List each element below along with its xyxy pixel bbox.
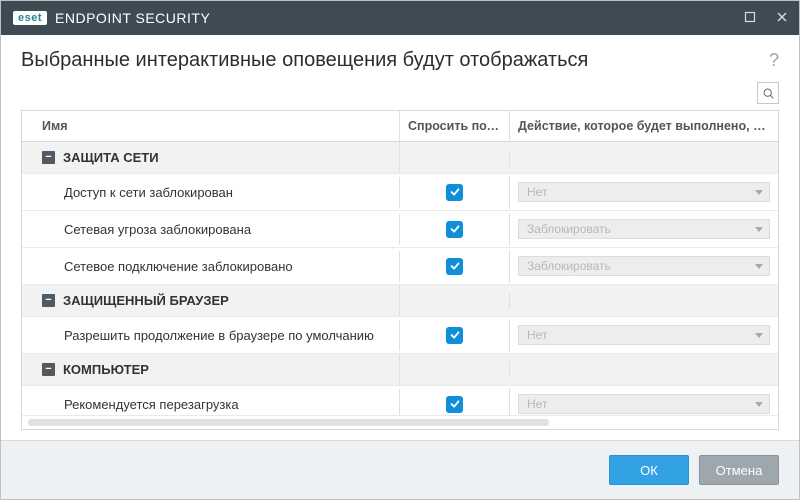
- col-header-name[interactable]: Имя: [22, 111, 400, 141]
- group-label: КОМПЬЮТЕР: [63, 362, 149, 377]
- titlebar: eset ENDPOINT SECURITY: [1, 1, 799, 35]
- row-name: Разрешить продолжение в браузере по умол…: [42, 328, 374, 343]
- close-icon[interactable]: [775, 11, 789, 26]
- row-name: Сетевая угроза заблокирована: [42, 222, 251, 237]
- action-value: Нет: [527, 328, 547, 342]
- grid-body: −ЗАЩИТА СЕТИДоступ к сети заблокированНе…: [22, 142, 778, 415]
- action-select[interactable]: Нет: [518, 394, 770, 414]
- collapse-icon[interactable]: −: [42, 294, 55, 307]
- dialog-footer: ОК Отмена: [1, 440, 799, 499]
- help-icon[interactable]: ?: [769, 50, 779, 71]
- collapse-icon[interactable]: −: [42, 151, 55, 164]
- notifications-grid: Имя Спросить пользо... Действие, которое…: [21, 110, 779, 430]
- app-name: ENDPOINT SECURITY: [55, 10, 210, 26]
- grid-header: Имя Спросить пользо... Действие, которое…: [22, 111, 778, 142]
- table-row: Доступ к сети заблокирован Нет: [22, 174, 778, 211]
- ask-user-checkbox[interactable]: [446, 327, 463, 344]
- table-row: Сетевое подключение заблокировано Заблоки…: [22, 248, 778, 285]
- action-value: Нет: [527, 397, 547, 411]
- table-row: Рекомендуется перезагрузка Нет: [22, 386, 778, 415]
- action-value: Заблокировать: [527, 222, 611, 236]
- group-row[interactable]: −КОМПЬЮТЕР: [22, 354, 778, 386]
- ask-user-checkbox[interactable]: [446, 184, 463, 201]
- ask-user-checkbox[interactable]: [446, 221, 463, 238]
- action-select[interactable]: Нет: [518, 182, 770, 202]
- row-name: Рекомендуется перезагрузка: [42, 397, 239, 412]
- window-controls: [743, 11, 789, 26]
- table-row: Сетевая угроза заблокирована Заблокироват…: [22, 211, 778, 248]
- group-row[interactable]: −ЗАЩИТА СЕТИ: [22, 142, 778, 174]
- action-value: Заблокировать: [527, 259, 611, 273]
- row-name: Сетевое подключение заблокировано: [42, 259, 293, 274]
- maximize-icon[interactable]: [743, 11, 757, 26]
- horizontal-scrollbar[interactable]: [22, 415, 778, 429]
- search-icon[interactable]: [757, 82, 779, 104]
- collapse-icon[interactable]: −: [42, 363, 55, 376]
- scrollbar-thumb[interactable]: [28, 419, 549, 426]
- ask-user-checkbox[interactable]: [446, 258, 463, 275]
- col-header-ask[interactable]: Спросить пользо...: [400, 111, 510, 141]
- group-label: ЗАЩИТА СЕТИ: [63, 150, 159, 165]
- group-label: ЗАЩИЩЕННЫЙ БРАУЗЕР: [63, 293, 229, 308]
- table-row: Разрешить продолжение в браузере по умол…: [22, 317, 778, 354]
- page-title: Выбранные интерактивные оповещения будут…: [21, 49, 588, 72]
- action-value: Нет: [527, 185, 547, 199]
- brand-tag: eset: [13, 11, 47, 25]
- action-select[interactable]: Заблокировать: [518, 256, 770, 276]
- action-select[interactable]: Заблокировать: [518, 219, 770, 239]
- cancel-button[interactable]: Отмена: [699, 455, 779, 485]
- brand: eset ENDPOINT SECURITY: [13, 10, 210, 26]
- ask-user-checkbox[interactable]: [446, 396, 463, 413]
- ok-button[interactable]: ОК: [609, 455, 689, 485]
- row-name: Доступ к сети заблокирован: [42, 185, 233, 200]
- page-header: Выбранные интерактивные оповещения будут…: [1, 35, 799, 82]
- col-header-action[interactable]: Действие, которое будет выполнено, если: [510, 111, 778, 141]
- action-select[interactable]: Нет: [518, 325, 770, 345]
- group-row[interactable]: −ЗАЩИЩЕННЫЙ БРАУЗЕР: [22, 285, 778, 317]
